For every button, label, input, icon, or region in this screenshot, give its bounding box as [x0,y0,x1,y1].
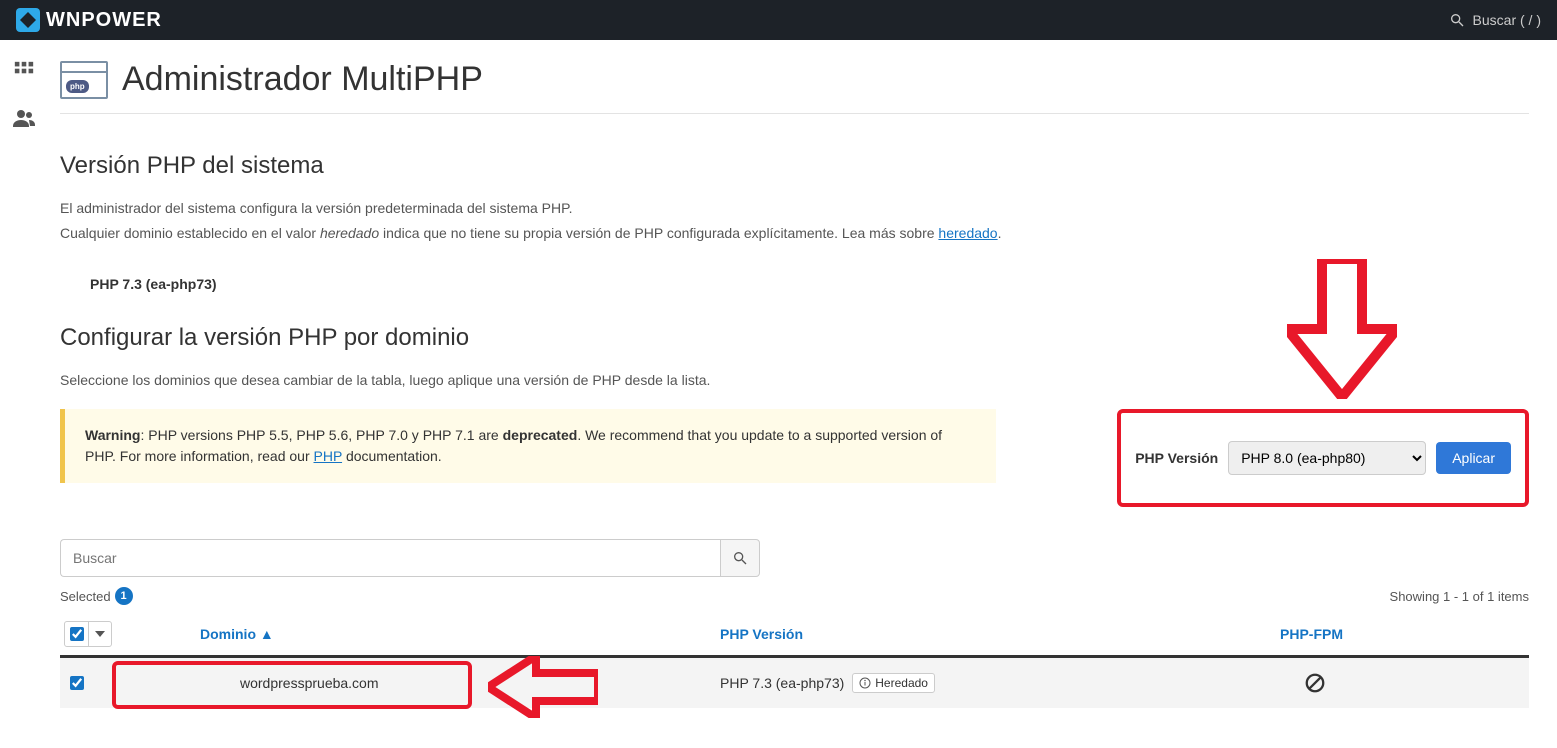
info-icon [859,677,871,689]
php-version-select[interactable]: PHP 8.0 (ea-php80) [1228,441,1426,475]
col-header-fpm[interactable]: PHP-FPM [1280,626,1529,642]
search-icon [732,550,748,566]
table-row: wordpressprueba.com PHP 7.3 (ea-php73) H… [60,658,1529,708]
brand-icon [16,8,40,32]
php-version-label: PHP Versión [1135,450,1218,466]
row-checkbox[interactable] [70,676,84,690]
domain-search [60,539,760,577]
selected-label: Selected [60,589,111,604]
brand-text: WNPOWER [46,9,162,32]
table-meta: Selected 1 Showing 1 - 1 of 1 items [60,587,1529,605]
system-version-heading: Versión PHP del sistema [60,152,1529,180]
select-all-checkbox-wrap[interactable] [65,622,89,646]
select-all-group [64,621,112,647]
chevron-down-icon [95,631,105,637]
cell-fpm [1280,672,1529,694]
version-text: PHP 7.3 (ea-php73) [720,675,844,691]
select-all-cell [60,621,200,647]
page-header: php Administrador MultiPHP [60,52,1529,114]
cell-domain: wordpressprueba.com [200,675,720,691]
col-header-domain[interactable]: Dominio ▲ [200,626,720,642]
annotation-arrow-left-icon [488,656,598,718]
main-content: php Administrador MultiPHP Versión PHP d… [48,40,1557,748]
search-input[interactable] [60,539,720,577]
domains-table: Dominio ▲ PHP Versión PHP-FPM wordpressp… [60,613,1529,708]
row-check-cell[interactable] [60,676,200,690]
select-all-checkbox[interactable] [70,627,84,641]
selected-count-badge: 1 [115,587,133,605]
apps-icon[interactable] [13,60,35,82]
page-title: Administrador MultiPHP [122,60,483,99]
cell-version: PHP 7.3 (ea-php73) Heredado [720,673,1280,693]
select-all-dropdown[interactable] [89,622,111,646]
search-button[interactable] [720,539,760,577]
left-sidebar [0,40,48,130]
table-header-row: Dominio ▲ PHP Versión PHP-FPM [60,613,1529,658]
php-doc-link[interactable]: PHP [314,448,343,464]
multiphp-icon: php [60,61,108,99]
topbar-search[interactable]: Buscar ( / ) [1449,12,1541,28]
search-icon [1449,12,1465,28]
heredado-link[interactable]: heredado [938,225,997,241]
php-version-panel: PHP Versión PHP 8.0 (ea-php80) Aplicar [1117,409,1529,507]
config-row: Warning: PHP versions PHP 5.5, PHP 5.6, … [60,409,1529,507]
col-header-version[interactable]: PHP Versión [720,626,1280,642]
php-badge: php [66,80,89,93]
annotation-highlight-box: PHP Versión PHP 8.0 (ea-php80) Aplicar [1117,409,1529,507]
brand-logo[interactable]: WNPOWER [16,8,162,32]
disabled-icon [1304,672,1326,694]
users-icon[interactable] [12,106,36,130]
system-desc-1: El administrador del sistema configura l… [60,198,1529,219]
inherited-badge: Heredado [852,673,935,693]
apply-button[interactable]: Aplicar [1436,442,1511,474]
showing-label: Showing 1 - 1 of 1 items [1390,589,1529,604]
deprecated-warning: Warning: PHP versions PHP 5.5, PHP 5.6, … [60,409,996,483]
topbar-search-hint: Buscar ( / ) [1473,12,1541,28]
system-desc-2: Cualquier dominio establecido en el valo… [60,223,1529,244]
annotation-arrow-down-icon [1287,259,1397,399]
topbar: WNPOWER Buscar ( / ) [0,0,1557,40]
